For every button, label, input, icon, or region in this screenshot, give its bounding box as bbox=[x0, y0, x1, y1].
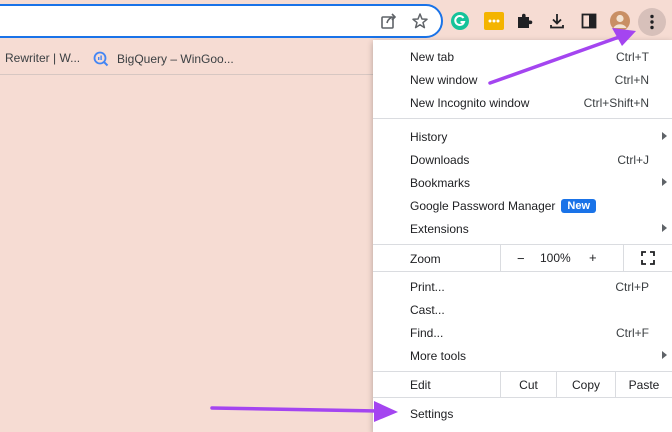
menu-item-new-tab[interactable]: New tab Ctrl+T bbox=[373, 45, 672, 68]
bookmark-star-button[interactable] bbox=[408, 9, 432, 33]
customize-menu-button[interactable] bbox=[638, 8, 666, 36]
annotation-arrow-to-settings bbox=[210, 401, 398, 422]
menu-zoom-row: Zoom − 100% + bbox=[373, 245, 672, 271]
submenu-arrow-icon bbox=[662, 224, 667, 232]
menu-item-label-wrap: Google Password Manager New bbox=[410, 199, 597, 214]
zoom-level: 100% bbox=[540, 251, 571, 265]
menu-item-label: Extensions bbox=[410, 222, 469, 236]
bookmark-label: Rewriter | W... bbox=[5, 51, 81, 65]
menu-item-password-manager[interactable]: Google Password Manager New bbox=[373, 194, 672, 217]
profile-avatar-button[interactable] bbox=[608, 9, 632, 33]
fullscreen-icon bbox=[641, 251, 655, 265]
bookmark-label: BigQuery – WinGoo... bbox=[117, 52, 234, 66]
menu-item-label: Find... bbox=[410, 326, 444, 340]
shortcut-label: Ctrl+T bbox=[616, 50, 649, 64]
menu-item-label: Print... bbox=[410, 280, 445, 294]
bookmark-item[interactable]: Rewriter | W... bbox=[5, 51, 80, 65]
puzzle-icon bbox=[518, 13, 533, 28]
cut-label: Cut bbox=[519, 378, 538, 392]
bigquery-icon bbox=[93, 51, 109, 67]
avatar bbox=[610, 11, 630, 31]
menu-separator bbox=[373, 118, 672, 119]
submenu-arrow-icon bbox=[662, 351, 667, 359]
shortcut-label: Ctrl+N bbox=[614, 73, 649, 87]
menu-item-print[interactable]: Print... Ctrl+P bbox=[373, 275, 672, 298]
extensions-button[interactable] bbox=[512, 9, 536, 33]
grammarly-extension-button[interactable] bbox=[448, 9, 472, 33]
more-vert-icon bbox=[650, 14, 654, 30]
menu-item-history[interactable]: History bbox=[373, 125, 672, 148]
zoom-out-button[interactable]: − bbox=[517, 251, 525, 266]
menu-item-label: Settings bbox=[410, 407, 454, 421]
menu-edit-row: Edit Cut Copy Paste bbox=[373, 372, 672, 397]
menu-item-label: Cast... bbox=[410, 303, 445, 317]
submenu-arrow-icon bbox=[662, 178, 667, 186]
zoom-controls: − 100% + bbox=[500, 245, 672, 271]
copy-label: Copy bbox=[571, 378, 600, 392]
paste-button[interactable]: Paste bbox=[615, 372, 672, 397]
downloads-button[interactable] bbox=[545, 9, 569, 33]
menu-item-more-tools[interactable]: More tools bbox=[373, 344, 672, 367]
submenu-arrow-icon bbox=[662, 132, 667, 140]
paste-label: Paste bbox=[628, 378, 660, 392]
menu-item-cast[interactable]: Cast... bbox=[373, 298, 672, 321]
menu-item-extensions[interactable]: Extensions bbox=[373, 217, 672, 240]
new-badge: New bbox=[561, 199, 597, 213]
menu-item-settings[interactable]: Settings bbox=[373, 402, 672, 425]
menu-separator bbox=[373, 397, 672, 398]
side-panel-icon bbox=[581, 13, 597, 29]
shortcut-label: Ctrl+P bbox=[615, 280, 649, 294]
zoom-in-button[interactable]: + bbox=[589, 250, 597, 265]
fullscreen-button[interactable] bbox=[623, 245, 672, 271]
star-icon bbox=[412, 13, 428, 29]
download-icon bbox=[550, 14, 564, 29]
zoom-label: Zoom bbox=[410, 252, 441, 266]
shortcut-label: Ctrl+J bbox=[617, 153, 649, 167]
menu-item-label: Google Password Manager bbox=[410, 199, 556, 213]
copy-button[interactable]: Copy bbox=[556, 372, 615, 397]
menu-item-bookmarks[interactable]: Bookmarks bbox=[373, 171, 672, 194]
grammarly-icon bbox=[451, 12, 469, 30]
menu-separator bbox=[373, 271, 672, 272]
menu-item-label: New tab bbox=[410, 50, 455, 64]
menu-item-label: New window bbox=[410, 73, 478, 87]
edit-label: Edit bbox=[410, 378, 431, 392]
cut-button[interactable]: Cut bbox=[500, 372, 556, 397]
menu-item-new-incognito-window[interactable]: New Incognito window Ctrl+Shift+N bbox=[373, 91, 672, 114]
bookmark-item[interactable]: BigQuery – WinGoo... bbox=[93, 51, 234, 67]
menu-item-new-window[interactable]: New window Ctrl+N bbox=[373, 68, 672, 91]
shortcut-label: Ctrl+Shift+N bbox=[583, 96, 649, 110]
menu-item-label: Downloads bbox=[410, 153, 470, 167]
shortcut-label: Ctrl+F bbox=[616, 326, 649, 340]
menu-item-label: More tools bbox=[410, 349, 467, 363]
chrome-main-menu: New tab Ctrl+T New window Ctrl+N New Inc… bbox=[373, 40, 672, 432]
menu-item-find[interactable]: Find... Ctrl+F bbox=[373, 321, 672, 344]
share-button[interactable] bbox=[377, 9, 401, 33]
menu-item-label: Bookmarks bbox=[410, 176, 471, 190]
menu-item-label: History bbox=[410, 130, 448, 144]
menu-item-downloads[interactable]: Downloads Ctrl+J bbox=[373, 148, 672, 171]
side-panel-button[interactable] bbox=[577, 9, 601, 33]
extension-yellow-icon bbox=[484, 12, 504, 30]
toolbar bbox=[0, 0, 672, 42]
share-icon bbox=[381, 13, 397, 29]
yellow-extension-button[interactable] bbox=[482, 9, 506, 33]
menu-item-label: New Incognito window bbox=[410, 96, 530, 110]
